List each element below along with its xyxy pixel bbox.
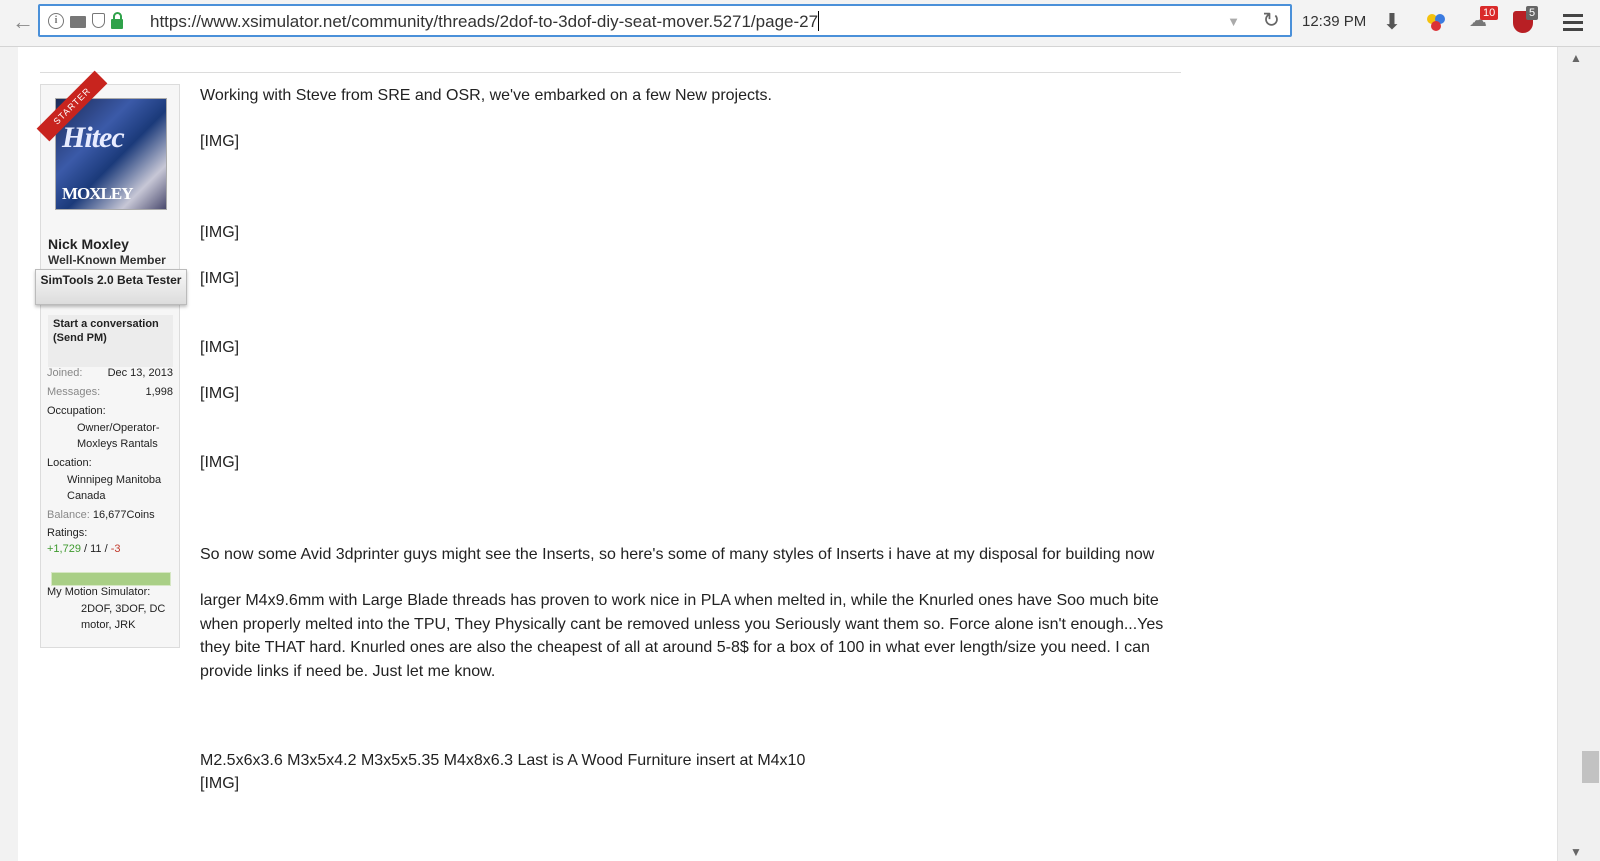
occupation-value: Owner/Operator-Moxleys Rantals [77,422,160,450]
ublock-badge: 5 [1526,6,1539,20]
joined-value: Dec 13, 2013 [107,367,173,379]
message-paragraph: So now some Avid 3dprinter guys might se… [200,546,1155,563]
image-placeholder[interactable]: [IMG] [200,772,239,796]
messages-row: Messages: 1,998 [47,384,173,400]
download-icon[interactable]: ⬇ [1380,10,1404,34]
message-user-info: Hitec MOXLEY STARTER Nick Moxley Well-Kn… [35,70,187,648]
ratings-positive: +1,729 [47,543,81,555]
balance-value: 16,677Coins [92,509,155,521]
balance-label: Balance: [47,509,90,521]
page-scrollbar[interactable]: ▲ ▼ [1557,47,1600,861]
extension-badge: 10 [1480,6,1499,20]
avatar-art-text-bottom: MOXLEY [62,184,133,203]
scroll-down-icon[interactable]: ▼ [1570,845,1582,859]
ratings-separator: / [80,543,91,555]
user-name-link[interactable]: Nick Moxley [48,236,129,252]
user-banner: SimTools 2.0 Beta Tester [35,269,187,305]
ratings-values[interactable]: +1,729 / 11 / -3 [47,541,173,557]
color-extension-icon[interactable] [1425,10,1449,34]
ratings-separator: / [101,543,111,555]
url-identity-icons: i [48,12,123,29]
message-paragraph: M2.5x6x3.6 M3x5x4.2 M3x5x5.35 M4x8x6.3 L… [200,752,806,769]
lock-icon[interactable] [111,12,123,29]
tracking-shield-icon[interactable] [92,13,105,28]
message-paragraph: larger M4x9.6mm with Large Blade threads… [200,592,1164,680]
ratings-label: Ratings: [47,527,88,539]
url-dropdown-icon[interactable]: ▼ [1227,14,1240,29]
scroll-thumb[interactable] [1582,751,1599,783]
info-icon[interactable]: i [48,12,64,29]
ratings-negative: -3 [110,543,121,555]
hamburger-menu-icon[interactable] [1563,14,1583,35]
reload-icon[interactable]: ↻ [1262,8,1280,33]
occupation-label: Occupation: [47,405,106,417]
url-input[interactable]: https://www.xsimulator.net/community/thr… [150,11,820,32]
text-caret [818,11,820,31]
motion-sim-label: My Motion Simulator: [47,586,151,598]
messages-value[interactable]: 1,998 [145,384,173,400]
user-title: Well-Known Member [48,253,166,267]
message-intro: Working with Steve from SRE and OSR, we'… [200,87,772,104]
permissions-icon[interactable] [70,16,86,28]
location-label: Location: [47,457,92,469]
image-placeholder[interactable]: [IMG] [200,451,239,475]
joined-label: Joined: [47,367,83,379]
image-placeholder[interactable]: [IMG] [200,336,239,360]
image-placeholder[interactable]: [IMG] [200,267,239,291]
balance-row: Balance: 16,677Coins [47,507,173,523]
image-placeholder[interactable]: [IMG] [200,221,239,245]
browser-toolbar: ← i https://www.xsimulator.net/community… [0,0,1600,47]
joined-row: Joined: Dec 13, 2013 [47,365,173,381]
scroll-up-icon[interactable]: ▲ [1570,51,1582,65]
motion-sim-value: 2DOF, 3DOF, DC motor, JRK [81,603,166,631]
messages-label: Messages: [47,386,101,398]
avatar-art-text: Hitec [62,121,125,154]
send-pm-link[interactable]: Start a conversation (Send PM) [48,315,173,367]
page-left-margin [0,47,18,861]
location-value[interactable]: Winnipeg Manitoba Canada [67,472,173,504]
post-divider [40,72,1181,73]
page-content: Hitec MOXLEY STARTER Nick Moxley Well-Kn… [0,47,1557,861]
ratings-neutral: 11 [90,543,102,555]
clock-text: 12:39 PM [1302,13,1367,30]
address-bar[interactable]: i https://www.xsimulator.net/community/t… [38,4,1292,37]
image-placeholder[interactable]: [IMG] [200,382,239,406]
back-arrow-icon[interactable]: ← [10,9,36,35]
image-placeholder[interactable]: [IMG] [200,130,239,154]
